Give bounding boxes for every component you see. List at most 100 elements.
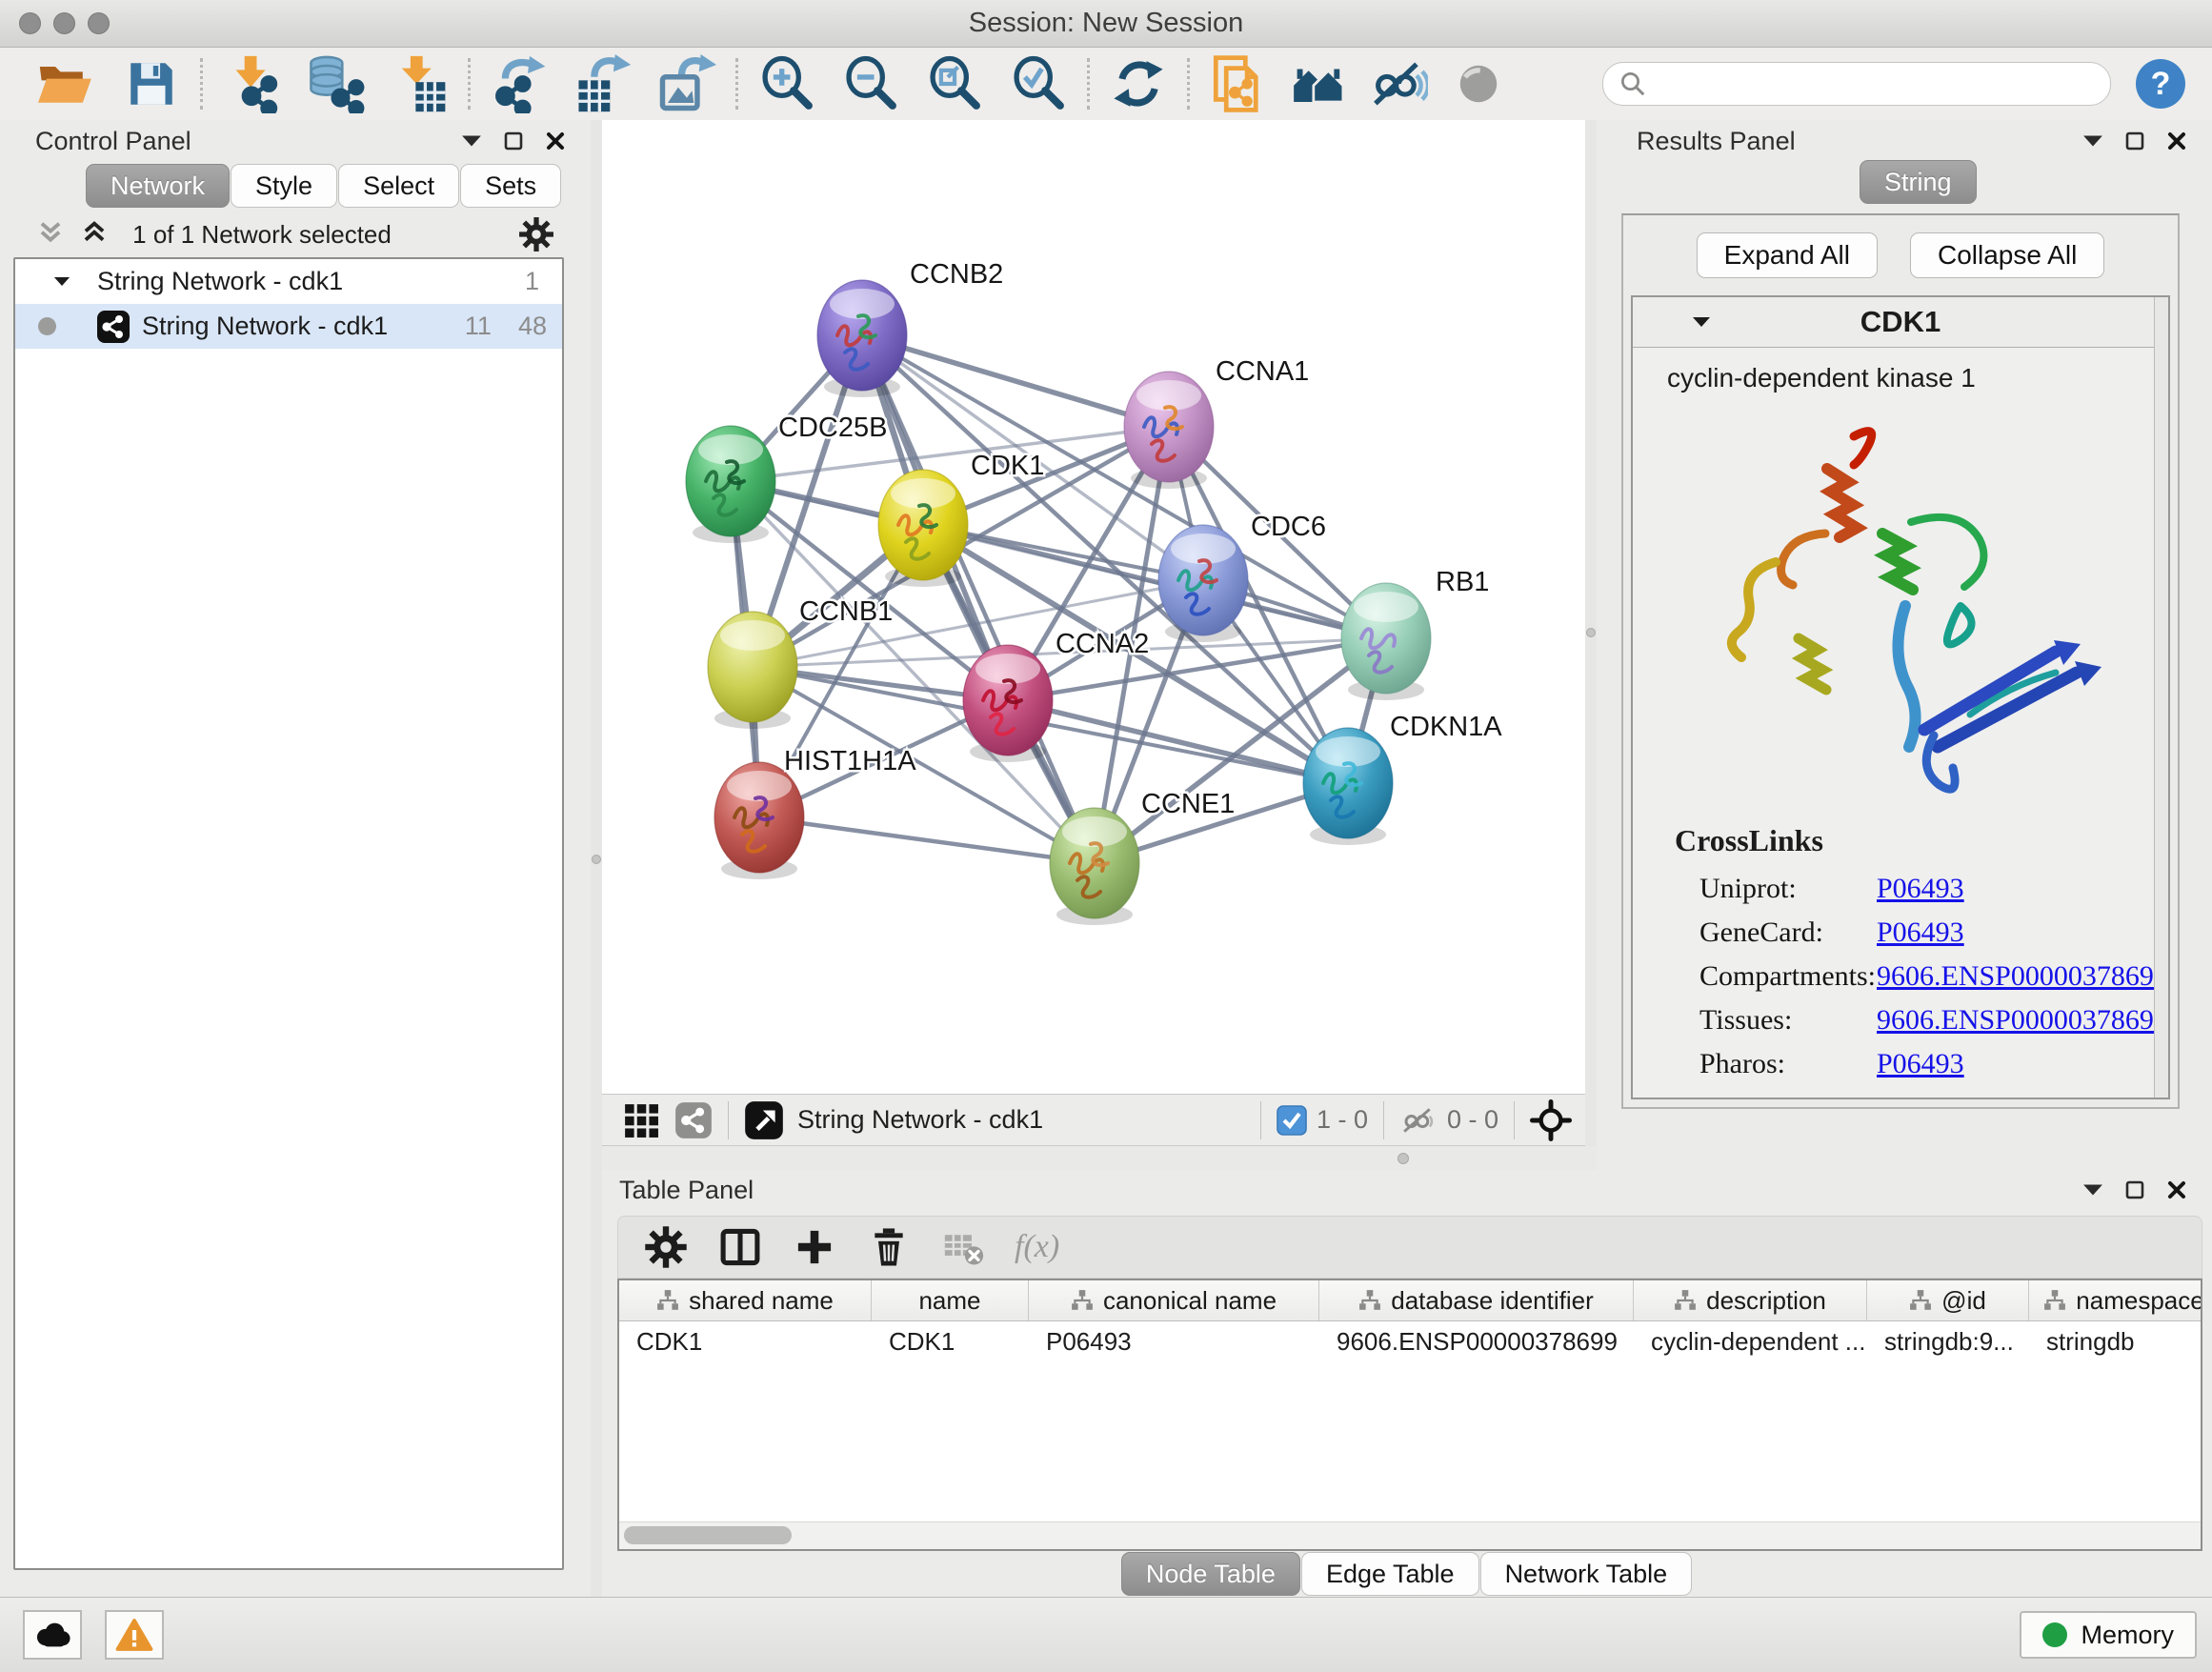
- results-panel-menu-icon[interactable]: [2082, 134, 2103, 148]
- table-cell[interactable]: P06493: [1029, 1321, 1319, 1361]
- gene-card-scrollbar[interactable]: [2154, 297, 2168, 1098]
- table-cell[interactable]: stringdb: [2029, 1321, 2202, 1361]
- expand-all-button[interactable]: Expand All: [1697, 232, 1878, 278]
- annotation-button[interactable]: [1209, 54, 1268, 113]
- crosslink-genecard-[interactable]: P06493: [1877, 917, 1964, 949]
- tab-style[interactable]: Style: [231, 164, 337, 208]
- cloud-tasks-button[interactable]: [23, 1610, 82, 1660]
- gene-card-header[interactable]: CDK1: [1633, 297, 2168, 348]
- tab-network[interactable]: Network: [86, 164, 230, 208]
- help-button[interactable]: ?: [2136, 59, 2185, 109]
- tree-expand-icon[interactable]: [53, 275, 70, 288]
- network-node-HIST1H1A[interactable]: [714, 762, 804, 879]
- network-row-selected[interactable]: String Network - cdk1 11 48: [15, 304, 562, 349]
- table-panel: Table Panel: [602, 1170, 2212, 1597]
- right-panel-splitter[interactable]: [1585, 120, 1597, 1146]
- table-panel-close-icon[interactable]: [2166, 1179, 2187, 1200]
- export-network-button[interactable]: [490, 54, 549, 113]
- network-node-CDC25B[interactable]: [686, 426, 775, 543]
- collapse-all-button[interactable]: Collapse All: [1910, 232, 2104, 278]
- edge-HIST1H1A-CCNE1[interactable]: [759, 817, 1095, 863]
- refresh-view-button[interactable]: [1109, 54, 1168, 113]
- save-session-button[interactable]: [122, 54, 181, 113]
- network-canvas[interactable]: CCNB2CCNA1CDC25BCDK1CDC6RB1CCNB1CCNA2CDK…: [602, 120, 1585, 1094]
- network-node-CCNB2[interactable]: [817, 280, 907, 397]
- memory-button[interactable]: Memory: [2020, 1611, 2197, 1659]
- table-panel-menu-icon[interactable]: [2082, 1183, 2103, 1197]
- network-node-CCNB1[interactable]: [708, 612, 797, 729]
- network-list-icon[interactable]: [674, 1101, 713, 1139]
- zoom-out-button[interactable]: [841, 54, 900, 113]
- open-in-window-icon[interactable]: [744, 1100, 784, 1140]
- column-header-shared-name[interactable]: shared name: [619, 1280, 872, 1320]
- import-table-from-file-button[interactable]: [390, 54, 449, 113]
- global-search-box[interactable]: [1602, 62, 2111, 106]
- table-cell[interactable]: 9606.ENSP00000378699: [1319, 1321, 1634, 1361]
- network-node-CCNA1[interactable]: [1124, 372, 1214, 489]
- show-all-eye-button[interactable]: [1449, 54, 1508, 113]
- crosslink-uniprot-[interactable]: P06493: [1877, 873, 1964, 905]
- gear-icon[interactable]: [518, 216, 554, 252]
- splitter-handle[interactable]: [592, 855, 601, 864]
- control-panel-close-icon[interactable]: [545, 131, 566, 151]
- column-header-description[interactable]: description: [1634, 1280, 1867, 1320]
- splitter-handle[interactable]: [1586, 628, 1596, 637]
- control-panel-float-icon[interactable]: [503, 131, 524, 151]
- enable-glasses-button[interactable]: [1369, 54, 1428, 113]
- table-h-scrollbar[interactable]: [619, 1521, 2201, 1549]
- delete-columns-button[interactable]: [862, 1220, 915, 1274]
- network-collection-row[interactable]: String Network - cdk1 1: [15, 259, 562, 304]
- crosslink-pharos-[interactable]: P06493: [1877, 1048, 1964, 1080]
- crosslink-compartments-[interactable]: 9606.ENSP00000378699: [1877, 960, 2168, 993]
- show-columns-button[interactable]: [714, 1220, 767, 1274]
- warnings-button[interactable]: [105, 1610, 164, 1660]
- control-panel-menu-icon[interactable]: [461, 134, 482, 148]
- network-node-CCNE1[interactable]: [1050, 808, 1139, 925]
- import-network-from-database-button[interactable]: [306, 54, 365, 113]
- import-network-from-file-button[interactable]: [222, 54, 281, 113]
- column-header-namespace[interactable]: namespace: [2029, 1280, 2202, 1320]
- string-home-button[interactable]: [1289, 54, 1348, 113]
- table-options-button[interactable]: [639, 1220, 693, 1274]
- table-cell[interactable]: CDK1: [872, 1321, 1029, 1361]
- table-row[interactable]: CDK1CDK1P064939606.ENSP00000378699cyclin…: [619, 1321, 2201, 1361]
- network-node-CDKN1A[interactable]: [1303, 728, 1393, 845]
- zoom-selected-button[interactable]: [1009, 54, 1068, 113]
- tab-select[interactable]: Select: [338, 164, 459, 208]
- network-node-RB1[interactable]: [1341, 583, 1431, 700]
- edge-CCNB2-CCNE1[interactable]: [862, 335, 1095, 863]
- zoom-fit-button[interactable]: [925, 54, 984, 113]
- birdseye-crosshair-icon[interactable]: [1530, 1099, 1572, 1141]
- zoom-in-button[interactable]: [757, 54, 816, 113]
- table-panel-float-icon[interactable]: [2124, 1179, 2145, 1200]
- network-graph[interactable]: CCNB2CCNA1CDC25BCDK1CDC6RB1CCNB1CCNA2CDK…: [602, 120, 1585, 1094]
- results-panel-close-icon[interactable]: [2166, 131, 2187, 151]
- tab-sets[interactable]: Sets: [460, 164, 561, 208]
- table-cell[interactable]: stringdb:9...: [1867, 1321, 2029, 1361]
- table-cell[interactable]: CDK1: [619, 1321, 872, 1361]
- search-input[interactable]: [1647, 69, 2095, 100]
- export-table-button[interactable]: [573, 54, 633, 113]
- column-header-database-identifier[interactable]: database identifier: [1319, 1280, 1634, 1320]
- tab-string[interactable]: String: [1860, 160, 1977, 204]
- tab-edge-table[interactable]: Edge Table: [1301, 1552, 1479, 1596]
- table-cell[interactable]: cyclin-dependent ...: [1634, 1321, 1867, 1361]
- selected-checkbox-icon[interactable]: [1277, 1105, 1307, 1136]
- splitter-handle[interactable]: [1398, 1153, 1409, 1164]
- edge-CCNB2-CCNA1[interactable]: [862, 335, 1169, 427]
- collapse-gene-icon[interactable]: [1692, 315, 1711, 329]
- column-header-canonical-name[interactable]: canonical name: [1029, 1280, 1319, 1320]
- create-column-button[interactable]: [788, 1220, 841, 1274]
- left-panel-splitter[interactable]: [591, 120, 602, 1597]
- tab-network-table[interactable]: Network Table: [1480, 1552, 1693, 1596]
- column-header-name[interactable]: name: [872, 1280, 1029, 1320]
- open-session-button[interactable]: [34, 54, 93, 113]
- export-image-button[interactable]: [657, 54, 716, 113]
- results-panel-float-icon[interactable]: [2124, 131, 2145, 151]
- scrollbar-thumb[interactable]: [624, 1526, 792, 1544]
- column-header--id[interactable]: @id: [1867, 1280, 2029, 1320]
- crosslink-tissues-[interactable]: 9606.ENSP00000378699: [1877, 1004, 2168, 1037]
- grid-view-icon[interactable]: [623, 1102, 659, 1138]
- network-node-CCNA2[interactable]: [963, 645, 1053, 762]
- tab-node-table[interactable]: Node Table: [1121, 1552, 1300, 1596]
